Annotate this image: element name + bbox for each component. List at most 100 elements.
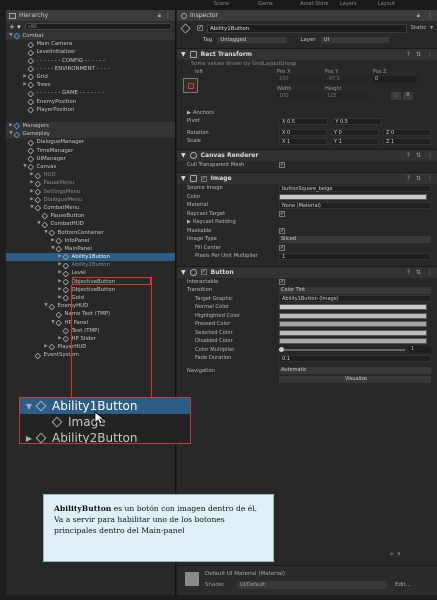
raycast-target-checkbox[interactable]: ✓ bbox=[279, 210, 285, 217]
button-enabled-checkbox[interactable]: ✓ bbox=[200, 269, 207, 275]
active-checkbox[interactable]: ✓ bbox=[197, 25, 203, 31]
hierarchy-row[interactable]: - - - - - - - CONFIG - - - - - - bbox=[6, 57, 175, 65]
help-icon[interactable]: ? bbox=[407, 175, 410, 182]
preset-icon[interactable]: ⇅ bbox=[416, 269, 421, 276]
hierarchy-row[interactable]: ▼ HP Panel bbox=[6, 319, 175, 327]
hierarchy-row[interactable]: ▶ Ability2Button bbox=[6, 261, 175, 269]
inspector-tab[interactable]: Inspector 🔒︎ ⋮ bbox=[177, 10, 437, 21]
hierarchy-row[interactable]: PauseButton bbox=[6, 212, 175, 220]
image-type-dropdown[interactable]: Sliced bbox=[279, 235, 431, 243]
anchor-preset-button[interactable] bbox=[183, 77, 198, 93]
window-tab-game[interactable]: Game bbox=[258, 1, 273, 7]
scale-y-field[interactable]: Y 1 bbox=[331, 137, 379, 145]
target-graphic-field[interactable]: Ability1Button (Image) bbox=[279, 295, 431, 303]
help-icon[interactable]: ? bbox=[407, 269, 410, 276]
hierarchy-row[interactable]: ▶ PauseMenu bbox=[6, 179, 175, 187]
hierarchy-row[interactable]: ▶ ObjectiveButton bbox=[6, 286, 175, 294]
window-tab-layout[interactable]: Layout bbox=[378, 1, 395, 7]
ppu-field[interactable]: 1 bbox=[279, 252, 431, 260]
transition-dropdown[interactable]: Color Tint bbox=[279, 286, 431, 294]
anchors-row[interactable]: ▶ Anchors bbox=[177, 109, 437, 118]
hierarchy-row[interactable]: ▶ HP Slider bbox=[6, 335, 175, 343]
pos-z-field[interactable]: 0 bbox=[373, 75, 417, 83]
hierarchy-row[interactable]: ▶ Grid bbox=[6, 73, 175, 81]
lock-icon[interactable]: 🔒︎ bbox=[417, 12, 420, 20]
cull-checkbox[interactable]: ✓ bbox=[279, 161, 285, 168]
shader-dropdown[interactable]: UI/Default bbox=[237, 581, 387, 589]
scene-row[interactable]: ▼ Gameplay bbox=[6, 130, 175, 139]
hierarchy-row[interactable]: DialogueManager bbox=[6, 138, 175, 146]
object-name-field[interactable]: Ability1Button bbox=[207, 23, 407, 33]
more-options-icon[interactable]: ⋮ bbox=[427, 51, 433, 58]
hierarchy-row[interactable]: LevelInitializer bbox=[6, 48, 175, 56]
hierarchy-row[interactable]: ▶ Gold bbox=[6, 294, 175, 302]
static-toggle[interactable]: Static bbox=[411, 25, 427, 31]
maskable-checkbox[interactable]: ✓ bbox=[279, 227, 285, 234]
scene-row[interactable]: ▼ Combat bbox=[6, 32, 175, 41]
hierarchy-row[interactable]: ▼ CombatHUD bbox=[6, 220, 175, 228]
hierarchy-row[interactable]: Main Camera bbox=[6, 40, 175, 48]
highlighted-color-swatch[interactable] bbox=[279, 312, 427, 319]
hierarchy-row[interactable]: ▶ Trees bbox=[6, 81, 175, 89]
preset-icon[interactable]: ⇅ bbox=[416, 152, 421, 159]
normal-color-swatch[interactable] bbox=[279, 304, 427, 311]
width-field[interactable]: 100 bbox=[277, 92, 321, 100]
hierarchy-row[interactable]: Name Text (TMP) bbox=[6, 310, 175, 318]
more-options-icon[interactable]: ⋮ bbox=[427, 152, 433, 159]
height-field[interactable]: 125 bbox=[325, 92, 369, 100]
hierarchy-row[interactable]: EnemyPosition bbox=[6, 98, 175, 106]
window-tab-asset-store[interactable]: Asset Store bbox=[300, 1, 328, 7]
hierarchy-row[interactable]: ▼ CombatMenu bbox=[6, 204, 175, 212]
rotation-x-field[interactable]: X 0 bbox=[279, 129, 327, 137]
button-component-header[interactable]: ▼ ✓ Button ? ⇅ ⋮ bbox=[177, 265, 437, 278]
image-enabled-checkbox[interactable]: ✓ bbox=[200, 175, 207, 182]
source-image-field[interactable]: buttonSquare_beige bbox=[279, 184, 431, 192]
rotation-z-field[interactable]: Z 0 bbox=[383, 129, 431, 137]
slider-handle[interactable] bbox=[279, 346, 284, 352]
lock-icon[interactable]: 🔒︎ bbox=[158, 12, 161, 20]
fill-center-checkbox[interactable]: ✓ bbox=[279, 244, 285, 251]
image-component-header[interactable]: ▼ ✓ Image ? ⇅ ⋮ bbox=[177, 172, 437, 184]
preset-icon[interactable]: ⇅ bbox=[416, 175, 421, 182]
hierarchy-row[interactable]: ▶ InfoPanel bbox=[6, 237, 175, 245]
hierarchy-row[interactable]: ▼ EnemyHUD bbox=[6, 302, 175, 310]
interactable-checkbox[interactable]: ✓ bbox=[279, 278, 285, 285]
color-multiplier-slider[interactable] bbox=[279, 346, 405, 352]
hierarchy-row[interactable]: ▼ BottomContainer bbox=[6, 229, 175, 237]
rotation-y-field[interactable]: Y 0 bbox=[331, 129, 379, 137]
rect-transform-header[interactable]: ▼ Rect Transform ? ⇅ ⋮ bbox=[177, 48, 437, 60]
help-icon[interactable]: ? bbox=[407, 51, 410, 58]
pos-x-field[interactable]: 100 bbox=[277, 75, 321, 83]
raw-edit-button[interactable]: R bbox=[403, 91, 413, 100]
hierarchy-row[interactable]: PlayerPosition bbox=[6, 106, 175, 114]
add-component-plus-icon[interactable]: + ▾ bbox=[389, 550, 401, 558]
help-icon[interactable]: ? bbox=[407, 152, 410, 159]
more-options-icon[interactable]: ⋮ bbox=[165, 12, 171, 19]
hierarchy-row[interactable]: EventSystem bbox=[6, 351, 175, 359]
disabled-color-swatch[interactable] bbox=[279, 338, 427, 345]
hierarchy-row[interactable]: ▶ DialogueMenu bbox=[6, 196, 175, 204]
more-options-icon[interactable]: ⋮ bbox=[427, 12, 433, 19]
hierarchy-row[interactable]: ▶ HUD bbox=[6, 171, 175, 179]
hierarchy-row[interactable]: Text (TMP) bbox=[6, 327, 175, 335]
window-tab-layers[interactable]: Layers bbox=[340, 1, 357, 7]
expand-arrow-icon[interactable]: ▶ bbox=[43, 343, 49, 351]
canvas-renderer-header[interactable]: ▼ Canvas Renderer ? ⇅ ⋮ bbox=[177, 148, 437, 161]
pivot-y-field[interactable]: Y 0.5 bbox=[332, 117, 382, 125]
hierarchy-row[interactable]: ▶ Ability1Button bbox=[6, 253, 175, 262]
navigation-dropdown[interactable]: Automatic bbox=[279, 367, 431, 375]
raycast-padding-row[interactable]: ▶ Raycast Padding bbox=[177, 218, 437, 227]
hierarchy-row[interactable]: ▼ Canvas bbox=[6, 163, 175, 171]
hierarchy-row[interactable]: - - - - - - - GAME - - - - - - - bbox=[6, 89, 175, 97]
material-field[interactable]: None (Material) bbox=[279, 201, 431, 209]
hierarchy-row[interactable]: ▼ MainPanel bbox=[6, 245, 175, 253]
visualize-button[interactable]: Visualize bbox=[279, 375, 431, 383]
scale-x-field[interactable]: X 1 bbox=[279, 137, 327, 145]
color-multiplier-field[interactable]: 1 bbox=[409, 346, 431, 354]
hierarchy-row[interactable]: TimeManager bbox=[6, 147, 175, 155]
hierarchy-row[interactable]: UIManager bbox=[6, 155, 175, 163]
tag-dropdown[interactable]: Untagged bbox=[216, 36, 289, 44]
chevron-down-icon[interactable]: ▾ bbox=[430, 25, 433, 31]
expand-arrow-icon[interactable]: ▶ bbox=[22, 81, 28, 89]
pos-y-field[interactable]: -97.5 bbox=[325, 75, 369, 83]
